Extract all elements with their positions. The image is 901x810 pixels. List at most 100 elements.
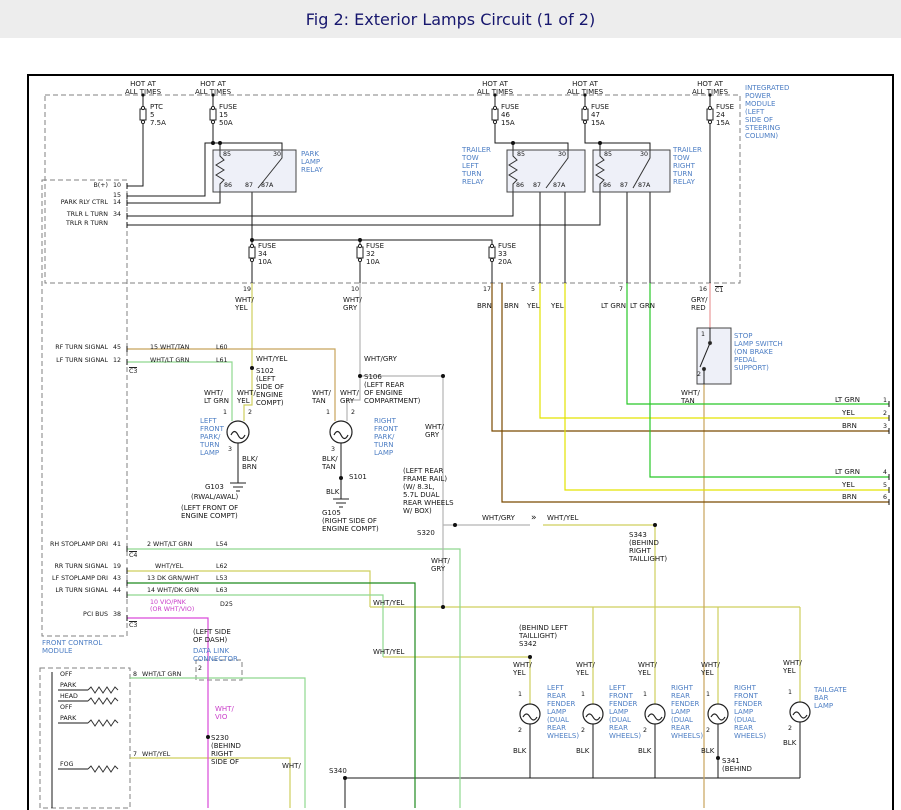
splice-dot <box>511 141 515 145</box>
fuse-terminal <box>250 258 253 261</box>
splice-dot <box>218 141 222 145</box>
lamp-pin-3: 3 <box>331 446 335 453</box>
fuse-terminal <box>141 120 144 123</box>
left-front-park-turn-lamp-label: LEFT FRONT PARK/ TURN LAMP <box>200 417 224 457</box>
wire-label-blk-tan: BLK/ TAN <box>322 455 338 471</box>
ground-g103-location: (LEFT FRONT OF ENGINE COMPT) <box>181 504 238 520</box>
relay-pin-87: 87 <box>245 182 253 189</box>
wire-label-yel: YEL <box>551 302 564 310</box>
fcm-pin-43: 43 <box>113 575 121 582</box>
wire-label-blk-brn: BLK/ BRN <box>242 455 258 471</box>
wire-label-wht-yel: WHT/YEL <box>373 648 404 656</box>
hot-at-label: HOT AT ALL TIMES <box>115 80 171 96</box>
lt-grn-wires <box>627 283 889 477</box>
fuse-terminal <box>358 258 361 261</box>
splice-s101 <box>339 476 343 480</box>
relay-pin-30: 30 <box>640 151 648 158</box>
fuse-terminal <box>708 120 711 123</box>
splice-dot <box>598 141 602 145</box>
fcm-pin-44: 44 <box>113 587 121 594</box>
splice-s341 <box>716 756 720 760</box>
splice-s106-label: S106 (LEFT REAR OF ENGINE COMPARTMENT) <box>364 373 420 405</box>
fuse-body <box>210 109 216 120</box>
fuse-terminal <box>583 106 586 109</box>
fcm-pin-45: 45 <box>113 344 121 351</box>
circuit-code-l63: L63 <box>216 587 228 594</box>
lamp-pin-1: 1 <box>643 691 647 698</box>
edge-pin-6: 6 <box>883 494 887 501</box>
relay-pin-87a: 87A <box>261 182 273 189</box>
fuse-terminal <box>250 244 253 247</box>
resistor <box>88 687 118 693</box>
fuse-terminal <box>490 244 493 247</box>
splice-s320-label: S320 <box>417 529 435 537</box>
wire-label-blk: BLK <box>783 739 796 747</box>
splice-s320-note: (LEFT REAR FRAME RAIL) (W/ 8.3L, 5.7L DU… <box>403 467 454 515</box>
lamp-symbols <box>227 421 810 724</box>
fuse-terminal <box>493 120 496 123</box>
edge-pin-2: 2 <box>883 410 887 417</box>
wire-label-wht-gry: WHT/ GRY <box>343 296 362 312</box>
fcm-row-lr-turn: LR TURN SIGNAL <box>38 587 108 594</box>
lamp-pin-2: 2 <box>581 727 585 734</box>
wire-label-wht-yel: WHT/ YEL <box>783 659 802 675</box>
fuse-body <box>357 247 363 258</box>
fcm-row-trlr-r-turn: TRLR R TURN <box>38 220 108 227</box>
wire-segment <box>383 657 530 704</box>
wire-label-dk-grn-wht-run: 13 DK GRN/WHT <box>147 575 199 582</box>
wire-label-wht-gry: WHT/GRY <box>482 514 515 522</box>
splice-s342-label: (BEHIND LEFT TAILLIGHT) S342 <box>519 624 568 648</box>
wire-label-wht-lt-grn-run: WHT/LT GRN <box>150 357 189 364</box>
stop-switch-pin-1: 1 <box>701 331 705 338</box>
splice-s230-label: S230 (BEHIND RIGHT SIDE OF <box>211 734 241 766</box>
hs-position-off: OFF <box>60 704 72 711</box>
resistor <box>88 766 118 772</box>
relay-pin-86: 86 <box>603 182 611 189</box>
wire-label-wht-yel: WHT/ YEL <box>237 389 256 405</box>
hot-at-label: HOT AT ALL TIMES <box>467 80 523 96</box>
edge-wire-yel: YEL <box>842 409 855 417</box>
hot-at-label: HOT AT ALL TIMES <box>185 80 241 96</box>
fuse-ptc-label: PTC 5 7.5A <box>150 103 166 127</box>
right-front-fender-lamp-symbol <box>708 704 728 724</box>
relay-pin-86: 86 <box>224 182 232 189</box>
fcm-row-lf-stoplamp: LF STOPLAMP DRI <box>38 575 108 582</box>
fcm-row-park-rly-ctrl: PARK RLY CTRL <box>38 199 108 206</box>
splice-s340-label: S340 <box>329 767 347 775</box>
hs-position-park: PARK <box>60 682 76 689</box>
ipm-label: INTEGRATED POWER MODULE (LEFT SIDE OF ST… <box>745 84 789 140</box>
hs-pin-7: 7 <box>133 751 137 758</box>
lamp-pin-3: 3 <box>228 446 232 453</box>
relay-pin-30: 30 <box>273 151 281 158</box>
fcm-row-rr-turn: RR TURN SIGNAL <box>38 563 108 570</box>
lamp-pin-2: 2 <box>351 409 355 416</box>
trailer-right-relay-label: TRAILER TOW RIGHT TURN RELAY <box>673 146 702 186</box>
wire-label-brn: BRN <box>504 302 519 310</box>
resistor <box>88 720 118 726</box>
dlc-location-label: (LEFT SIDE OF DASH) <box>193 628 231 644</box>
fcm-pin-12: 12 <box>113 357 121 364</box>
lamp-pin-2: 2 <box>643 727 647 734</box>
left-rear-fender-lamp-label: LEFT REAR FENDER LAMP (DUAL REAR WHEELS) <box>547 684 579 740</box>
splice-dot <box>250 238 254 242</box>
edge-pin-4: 4 <box>883 469 887 476</box>
edge-wire-brn: BRN <box>842 422 857 430</box>
fuse-terminal <box>493 106 496 109</box>
fuse-body <box>140 109 146 120</box>
edge-wire-yel: YEL <box>842 481 855 489</box>
ground-g105-label: G105 (RIGHT SIDE OF ENGINE COMPT) <box>322 509 379 533</box>
wire-label-gry-red: GRY/ RED <box>691 296 707 312</box>
ipm-pin-19: 19 <box>243 286 251 293</box>
left-front-fender-lamp-symbol <box>583 704 603 724</box>
wire-label-wht-tan: WHT/ TAN <box>312 389 331 405</box>
splice-s342 <box>528 655 532 659</box>
right-front-fender-lamp-label: RIGHT FRONT FENDER LAMP (DUAL REAR WHEEL… <box>734 684 766 740</box>
splice-s343-label: S343 (BEHIND RIGHT TAILLIGHT) <box>629 531 667 563</box>
hot-at-label: HOT AT ALL TIMES <box>682 80 738 96</box>
fuse-32-label: FUSE 32 10A <box>366 242 384 266</box>
wire-segment <box>127 583 415 808</box>
fuse-terminal <box>708 106 711 109</box>
connector-c1: C1 <box>715 286 723 294</box>
wire-label-brn: BRN <box>477 302 492 310</box>
tailgate-bar-lamp-label: TAILGATE BAR LAMP <box>814 686 847 710</box>
